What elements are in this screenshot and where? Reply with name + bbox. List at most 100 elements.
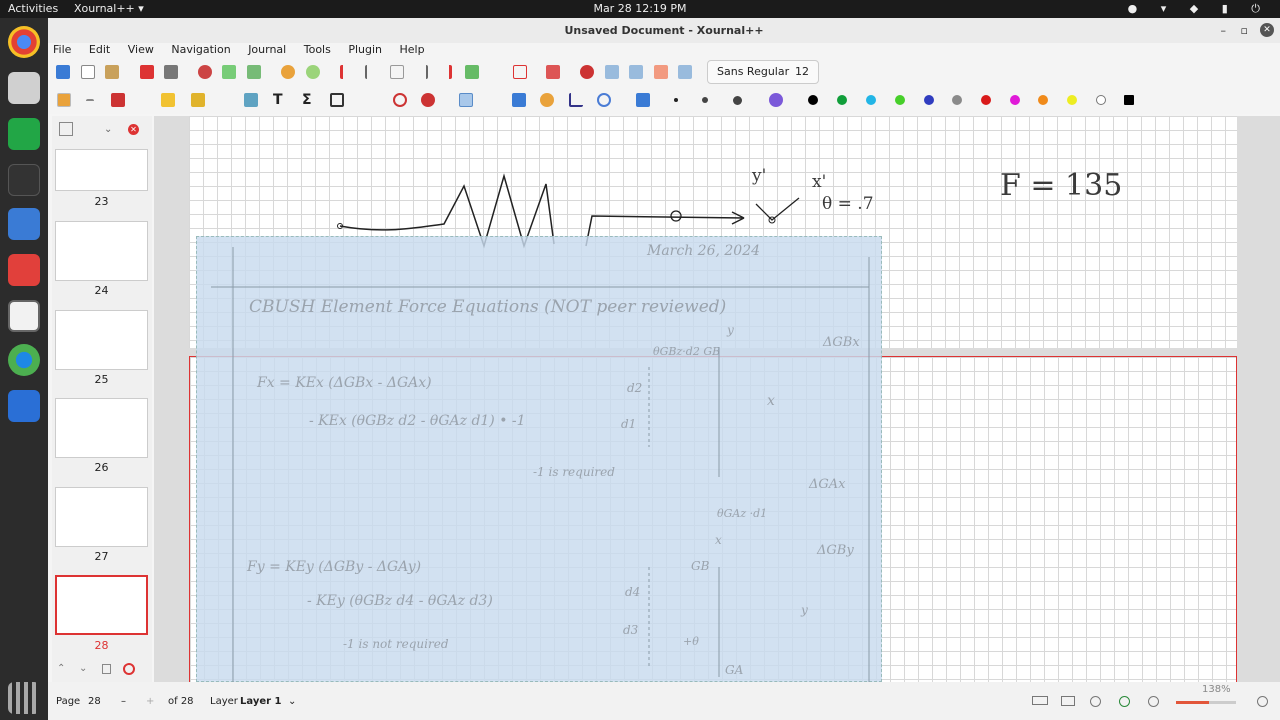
medium-line-icon[interactable] (702, 97, 708, 103)
menu-plugin[interactable]: Plugin (348, 43, 382, 56)
color-red-icon[interactable] (981, 95, 991, 105)
color-picker-icon[interactable] (769, 93, 783, 107)
terminal-icon[interactable] (8, 164, 40, 196)
thin-line-icon[interactable] (674, 98, 678, 102)
page-thumbnail-selected[interactable] (55, 575, 148, 635)
page-thumbnail[interactable] (55, 149, 148, 191)
menu-edit[interactable]: Edit (89, 43, 110, 56)
font-selector[interactable]: Sans Regular 12 (707, 60, 819, 84)
latex-icon[interactable]: Σ (302, 93, 316, 107)
document-canvas[interactable]: y' x' θ = .7 F = 135 March 26, 2024 CBUS… (154, 116, 1280, 682)
copy-page-icon[interactable] (102, 664, 111, 674)
cut-icon[interactable] (198, 65, 212, 79)
close-button[interactable]: ✕ (1260, 23, 1274, 37)
sidebar-close-icon[interactable]: ✕ (128, 124, 139, 135)
zoom-100-icon[interactable] (1119, 696, 1130, 707)
open-icon[interactable] (105, 65, 119, 79)
stop-icon[interactable] (654, 65, 668, 79)
color-green-icon[interactable] (837, 95, 847, 105)
zoom-in-icon[interactable] (1257, 696, 1268, 707)
fill-icon[interactable] (459, 93, 473, 107)
move-page-down-icon[interactable]: ⌄ (79, 663, 87, 674)
color-black-icon[interactable] (808, 95, 818, 105)
menu-file[interactable]: File (53, 43, 71, 56)
show-apps-icon[interactable] (8, 682, 40, 714)
sidebar-view-icon[interactable] (59, 122, 73, 136)
rewind-icon[interactable] (605, 65, 619, 79)
zoom-fit-icon[interactable] (1090, 696, 1101, 707)
page-thumbnail[interactable] (55, 398, 148, 458)
clock[interactable]: Mar 28 12:19 PM (0, 2, 1280, 15)
snap-grid-icon[interactable] (421, 93, 435, 107)
menu-journal[interactable]: Journal (248, 43, 286, 56)
new-icon[interactable] (81, 65, 95, 79)
copy-icon[interactable] (222, 65, 236, 79)
color-cyan-icon[interactable] (866, 95, 876, 105)
compass-icon[interactable] (597, 93, 611, 107)
menu-tools[interactable]: Tools (304, 43, 331, 56)
move-page-up-icon[interactable]: ⌃ (57, 663, 65, 674)
layer-select[interactable]: Layer 1 (240, 696, 281, 707)
vertical-space-icon[interactable] (512, 93, 526, 107)
color-blue-icon[interactable] (924, 95, 934, 105)
color-orange-icon[interactable] (1038, 95, 1048, 105)
record-icon[interactable] (580, 65, 594, 79)
zoom-out-icon[interactable] (1148, 696, 1159, 707)
color-yellow-icon[interactable] (1067, 95, 1077, 105)
page-increment[interactable]: + (146, 696, 154, 707)
zoom-slider[interactable] (1176, 701, 1236, 704)
setsquare-icon[interactable] (569, 93, 583, 107)
page-thumbnail[interactable] (55, 310, 148, 370)
menu-navigation[interactable]: Navigation (171, 43, 230, 56)
layer-dropdown-icon[interactable]: ⌄ (288, 696, 296, 707)
maximize-button[interactable]: ▫ (1241, 18, 1248, 43)
highlighter-icon[interactable] (161, 93, 175, 107)
last-page-icon[interactable] (438, 65, 452, 79)
delete-page-icon[interactable] (123, 663, 135, 675)
next-page-icon[interactable] (414, 65, 428, 79)
select-area-icon[interactable] (191, 93, 205, 107)
app-icon-blue[interactable] (8, 208, 40, 240)
color-current-icon[interactable] (1124, 95, 1134, 105)
color-gray-icon[interactable] (952, 95, 962, 105)
pause-icon[interactable] (629, 65, 643, 79)
hand-icon[interactable] (540, 93, 554, 107)
spreadsheet-icon[interactable] (8, 118, 40, 150)
eraser-icon[interactable] (111, 93, 125, 107)
page-thumbnail[interactable] (55, 221, 148, 281)
xournal-icon[interactable] (8, 300, 40, 332)
default-tool-icon[interactable] (636, 93, 650, 107)
forward-icon[interactable] (678, 65, 692, 79)
print-icon[interactable] (164, 65, 178, 79)
files-icon[interactable] (8, 72, 40, 104)
page-thumbnail[interactable] (55, 487, 148, 547)
pen-icon[interactable] (57, 93, 71, 107)
color-white-icon[interactable] (1096, 95, 1106, 105)
page-number-input[interactable]: 28 (88, 696, 112, 707)
window-titlebar[interactable]: Unsaved Document - Xournal++ – ▫ ✕ (48, 18, 1280, 43)
image-icon[interactable] (244, 93, 258, 107)
thick-line-icon[interactable] (733, 96, 742, 105)
delete-page-icon[interactable] (513, 65, 527, 79)
save-icon[interactable] (56, 65, 70, 79)
prev-page-icon[interactable] (365, 65, 379, 79)
first-page-icon[interactable] (340, 65, 354, 79)
goto-page-icon[interactable] (390, 65, 404, 79)
text-icon[interactable]: T (273, 93, 287, 107)
menu-help[interactable]: Help (400, 43, 425, 56)
color-magenta-icon[interactable] (1010, 95, 1020, 105)
fullscreen-icon[interactable] (546, 65, 560, 79)
paste-icon[interactable] (247, 65, 261, 79)
menu-view[interactable]: View (128, 43, 154, 56)
undo-icon[interactable] (281, 65, 295, 79)
presentation-mode-icon[interactable] (1061, 696, 1075, 706)
pen-options-icon[interactable] (86, 99, 94, 113)
selected-image[interactable]: March 26, 2024 CBUSH Element Force Equat… (196, 236, 882, 682)
screenshot-icon[interactable] (8, 390, 40, 422)
system-tray[interactable]: ● ▾ ◆ ▮ ⏻ (1128, 2, 1270, 16)
insert-page-icon[interactable] (465, 65, 479, 79)
snap-rotation-icon[interactable] (393, 93, 407, 107)
page-decrement[interactable]: – (121, 696, 126, 707)
chrome-icon[interactable] (8, 26, 40, 58)
export-pdf-icon[interactable] (140, 65, 154, 79)
